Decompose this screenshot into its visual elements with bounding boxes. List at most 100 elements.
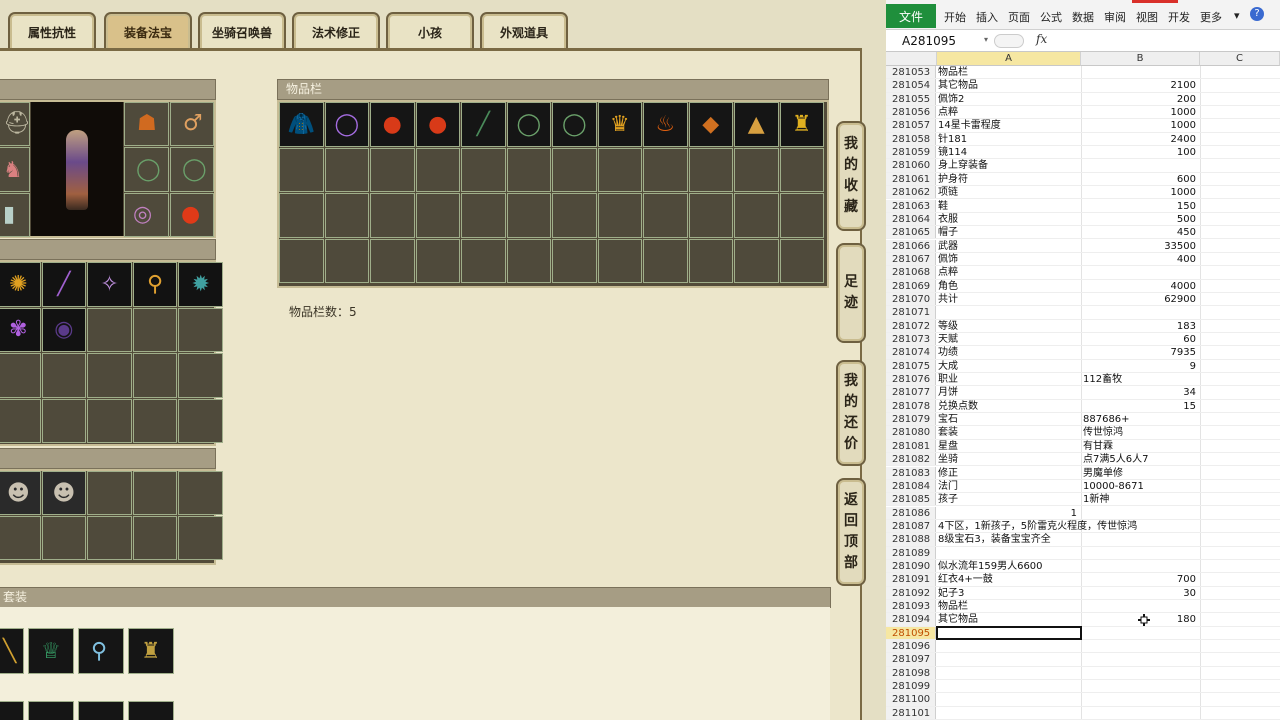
cell-b[interactable]: 887686+ — [1081, 413, 1200, 426]
equip-slot[interactable]: ▮ — [0, 193, 30, 237]
zoom-toggle[interactable] — [994, 34, 1024, 48]
inventory-slot[interactable] — [324, 193, 369, 238]
cell-a[interactable]: 天赋 — [937, 333, 1081, 346]
outfit-slot[interactable]: ♕ — [28, 628, 74, 674]
ribbon-tab-formulas[interactable]: 公式 — [1040, 9, 1062, 25]
row-number[interactable]: 281063 — [886, 199, 936, 212]
row-number[interactable]: 281086 — [886, 506, 936, 519]
inventory-slot[interactable] — [779, 147, 824, 192]
cell-a[interactable]: 坐骑 — [937, 453, 1081, 466]
cell-b[interactable]: 1000 — [1081, 106, 1200, 119]
inventory-slot[interactable]: ◯ — [506, 102, 551, 147]
equip-slot[interactable]: ◯ — [124, 147, 169, 192]
row-number[interactable]: 281059 — [886, 146, 936, 159]
equip-slot[interactable]: ♞ — [0, 147, 30, 192]
cell-b[interactable]: 450 — [1081, 226, 1200, 239]
row-number[interactable]: 281087 — [886, 519, 936, 533]
treasure-slot[interactable] — [87, 307, 132, 352]
cell-a[interactable]: 点粹 — [937, 266, 1081, 279]
row-number[interactable]: 281099 — [886, 680, 936, 693]
cell-a[interactable]: 帽子 — [937, 226, 1081, 239]
cell-b[interactable]: 100 — [1081, 146, 1200, 159]
cell-b[interactable]: 30 — [1081, 587, 1200, 600]
cell-a[interactable]: 其它物品 — [937, 613, 1081, 626]
treasure-slot[interactable] — [178, 353, 223, 398]
inventory-slot[interactable] — [461, 238, 506, 283]
row-number[interactable]: 281085 — [886, 493, 936, 506]
inventory-slot[interactable] — [779, 193, 824, 238]
cell-a[interactable]: 红衣4+一鼓 — [937, 573, 1081, 586]
pet-slot[interactable] — [0, 516, 41, 560]
row-number[interactable]: 281072 — [886, 319, 936, 332]
cell-a[interactable]: 星盘 — [937, 440, 1081, 453]
outfit-slot[interactable]: ♜ — [128, 628, 174, 674]
inventory-slot[interactable] — [688, 193, 733, 238]
column-header-b[interactable]: B — [1081, 52, 1200, 66]
name-box[interactable]: A281095 — [892, 33, 982, 50]
row-number[interactable]: 281069 — [886, 279, 936, 292]
row-number[interactable]: 281076 — [886, 373, 936, 386]
footprint-button[interactable]: 足迹 — [836, 243, 866, 343]
inventory-slot[interactable] — [597, 147, 642, 192]
inventory-slot[interactable] — [734, 147, 779, 192]
treasure-slot[interactable]: ✾ — [0, 307, 41, 352]
cell-b[interactable]: 15 — [1081, 400, 1200, 413]
cell-b[interactable]: 34 — [1081, 386, 1200, 399]
cell-a[interactable]: 身上穿装备 — [937, 159, 1081, 172]
inventory-slot[interactable] — [415, 193, 460, 238]
cell-a[interactable]: 等级 — [937, 320, 1081, 333]
cell-a[interactable]: 鞋 — [937, 200, 1081, 213]
pet-slot[interactable] — [178, 516, 223, 560]
row-number[interactable]: 281096 — [886, 640, 936, 653]
tab-appearance[interactable]: 外观道具 — [480, 12, 568, 50]
row-number[interactable]: 281053 — [886, 66, 936, 79]
row-number[interactable]: 281064 — [886, 212, 936, 226]
cell-a[interactable]: 项链 — [937, 186, 1081, 199]
treasure-slot[interactable] — [87, 353, 132, 398]
tab-child[interactable]: 小孩 — [386, 12, 474, 50]
cell-a[interactable]: 14星卡雷程度 — [937, 119, 1081, 132]
row-number[interactable]: 281094 — [886, 613, 936, 626]
treasure-slot[interactable] — [178, 398, 223, 443]
inventory-slot[interactable] — [415, 147, 460, 192]
cell-a[interactable]: 共计 — [937, 293, 1081, 306]
cell-a[interactable]: 镜114 — [937, 146, 1081, 159]
cell-a[interactable]: 针181 — [937, 133, 1081, 146]
treasure-slot[interactable]: ◉ — [41, 307, 87, 352]
pet-slot[interactable] — [178, 471, 223, 515]
row-number[interactable]: 281080 — [886, 426, 936, 439]
tab-equipment[interactable]: 装备法宝 — [104, 12, 192, 50]
row-number[interactable]: 281070 — [886, 292, 936, 306]
row-number[interactable]: 281058 — [886, 132, 936, 146]
tab-spells[interactable]: 法术修正 — [292, 12, 380, 50]
cell-a[interactable]: 修正 — [937, 467, 1081, 480]
row-number[interactable]: 281082 — [886, 453, 936, 466]
chevron-down-icon[interactable]: ▾ — [984, 35, 988, 44]
inventory-slot[interactable] — [734, 193, 779, 238]
row-number[interactable]: 281084 — [886, 479, 936, 493]
row-number[interactable]: 281078 — [886, 399, 936, 413]
ribbon-tab-review[interactable]: 审阅 — [1104, 9, 1126, 25]
treasure-slot[interactable] — [41, 398, 87, 443]
cell-a[interactable]: 月饼 — [937, 386, 1081, 399]
treasure-slot[interactable] — [0, 353, 41, 398]
cell-a[interactable]: 大成 — [937, 360, 1081, 373]
treasure-slot[interactable]: ✺ — [0, 262, 41, 307]
tab-attributes[interactable]: 属性抗性 — [8, 12, 96, 50]
row-number[interactable]: 281081 — [886, 439, 936, 453]
file-menu-button[interactable]: 文件 — [886, 4, 936, 28]
row-number[interactable]: 281065 — [886, 226, 936, 239]
inventory-slot[interactable] — [552, 193, 597, 238]
row-number[interactable]: 281067 — [886, 252, 936, 266]
cell-a[interactable]: 点粹 — [937, 106, 1081, 119]
inventory-slot[interactable] — [461, 147, 506, 192]
pet-slot[interactable]: ☻ — [0, 471, 41, 515]
ribbon-tab-insert[interactable]: 插入 — [976, 9, 998, 25]
treasure-slot[interactable] — [0, 398, 41, 443]
pet-slot[interactable] — [132, 516, 178, 560]
inventory-slot[interactable] — [688, 238, 733, 283]
treasure-slot[interactable]: ✹ — [178, 262, 223, 307]
cell-a[interactable]: 其它物品 — [937, 79, 1081, 92]
cell-b[interactable]: 700 — [1081, 573, 1200, 586]
treasure-slot[interactable]: ⚲ — [132, 262, 178, 307]
